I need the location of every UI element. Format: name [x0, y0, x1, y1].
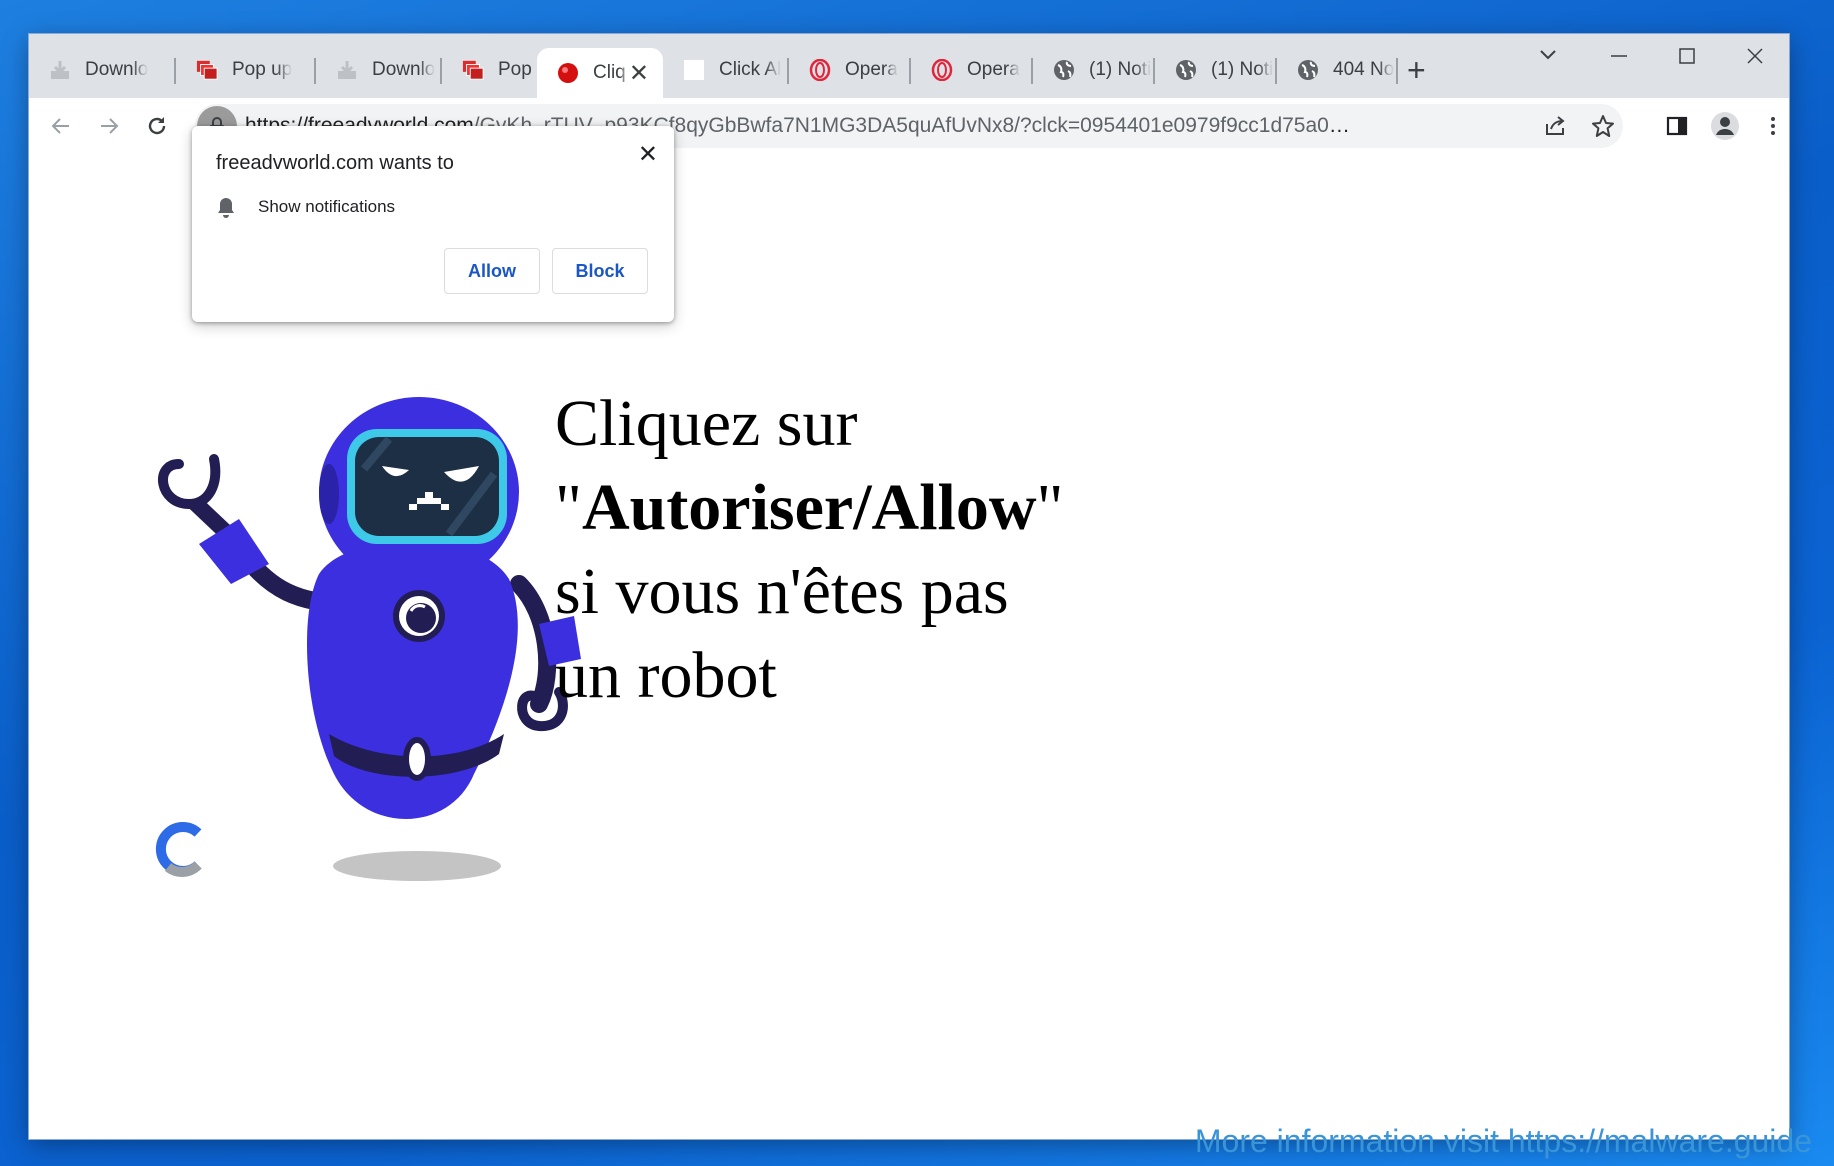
- globe-icon: [1175, 59, 1197, 81]
- tab-popup-1[interactable]: Pop up: [176, 48, 312, 92]
- tab-active-cliquez[interactable]: Cliq ✕: [537, 48, 663, 98]
- block-button[interactable]: Block: [552, 248, 648, 294]
- tab-click-allow[interactable]: Click Al: [663, 48, 785, 92]
- blank-page-icon: [683, 59, 705, 81]
- download-icon: [49, 59, 71, 81]
- side-panel-icon[interactable]: [1661, 110, 1693, 142]
- reload-icon[interactable]: [141, 110, 173, 142]
- globe-icon: [1297, 59, 1319, 81]
- maximize-icon[interactable]: [1677, 46, 1697, 72]
- tab-opera-1[interactable]: Opera: [789, 48, 909, 92]
- back-icon[interactable]: [45, 110, 77, 142]
- profile-avatar-icon[interactable]: [1709, 110, 1741, 142]
- tab-strip: Downlo Pop up Downlo Pop up Cliq ✕ Click…: [29, 34, 1789, 98]
- loading-c-logo-icon: [155, 822, 202, 877]
- opera-icon: [809, 59, 831, 81]
- download-icon: [336, 59, 358, 81]
- bookmark-star-icon[interactable]: [1589, 112, 1617, 140]
- browser-window: Downlo Pop up Downlo Pop up Cliq ✕ Click…: [29, 34, 1789, 1139]
- opera-icon: [931, 59, 953, 81]
- minimize-icon[interactable]: [1609, 46, 1629, 72]
- share-icon[interactable]: [1541, 112, 1569, 140]
- headline-line-1: Cliquez sur: [555, 387, 858, 460]
- notification-permission-popup: freeadvworld.com wants to ✕ Show notific…: [192, 126, 674, 322]
- headline-line-2: "Autoriser/Allow": [555, 471, 1064, 544]
- tab-opera-2[interactable]: Opera: [911, 48, 1031, 92]
- tab-notification-2[interactable]: (1) Noti: [1155, 48, 1275, 92]
- tab-download-1[interactable]: Downlo: [29, 48, 173, 92]
- headline-line-4: un robot: [555, 639, 777, 712]
- globe-icon: [1053, 59, 1075, 81]
- headline-line-3: si vous n'êtes pas: [555, 555, 1009, 628]
- window-close-icon[interactable]: [1745, 46, 1765, 72]
- red-dot-icon: [557, 62, 579, 84]
- popup-icon: [462, 59, 484, 81]
- popup-icon: [196, 59, 218, 81]
- watermark-text: More information visit https://malware.g…: [1194, 1123, 1812, 1159]
- tab-search-icon[interactable]: [1538, 44, 1558, 70]
- forward-icon[interactable]: [93, 110, 125, 142]
- close-tab-icon[interactable]: ✕: [629, 59, 649, 88]
- menu-kebab-icon[interactable]: [1757, 110, 1789, 142]
- allow-button[interactable]: Allow: [444, 248, 540, 294]
- tab-download-2[interactable]: Downlo: [316, 48, 438, 92]
- new-tab-button[interactable]: +: [1407, 54, 1426, 86]
- popup-permission-row: Show notifications: [216, 196, 395, 218]
- popup-title: freeadvworld.com wants to: [216, 152, 454, 174]
- headline-text: Cliquez sur "Autoriser/Allow" si vous n'…: [555, 382, 1155, 718]
- bell-icon: [216, 196, 238, 218]
- popup-permission-label: Show notifications: [258, 197, 396, 216]
- popup-close-icon[interactable]: ✕: [638, 140, 658, 169]
- page-content: Cliquez sur "Autoriser/Allow" si vous n'…: [29, 126, 1789, 1139]
- tab-notification-1[interactable]: (1) Noti: [1033, 48, 1153, 92]
- tab-404[interactable]: 404 No: [1277, 48, 1395, 92]
